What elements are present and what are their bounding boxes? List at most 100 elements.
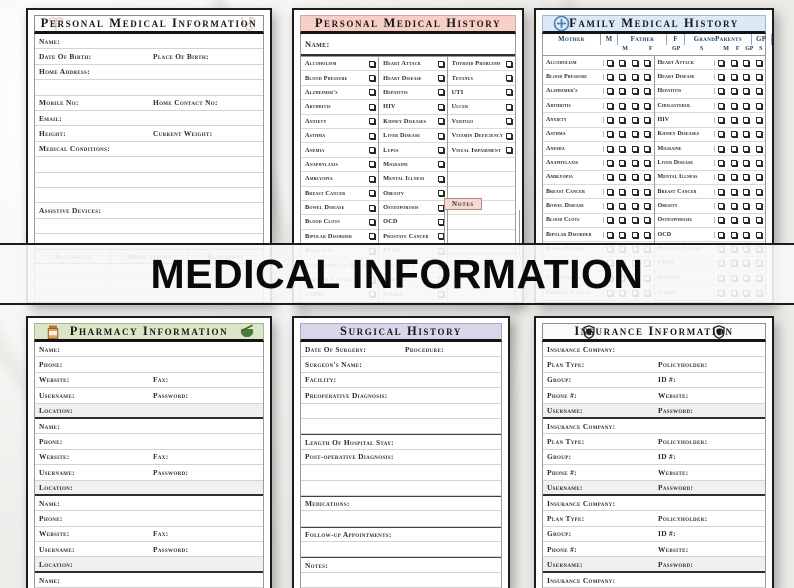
checkbox-cell[interactable] — [604, 88, 617, 94]
checkbox-cell[interactable] — [604, 117, 617, 123]
checkbox-cell[interactable] — [629, 146, 642, 152]
checkbox[interactable] — [607, 146, 613, 152]
checkbox-cell[interactable] — [728, 217, 741, 223]
form-row[interactable]: Group:ID #: — [543, 527, 765, 542]
family-row[interactable]: Mental Illness — [655, 171, 766, 185]
checkbox[interactable] — [756, 103, 762, 109]
checklist-row[interactable]: HIV — [379, 100, 446, 114]
checkbox[interactable] — [632, 74, 638, 80]
checkbox-cell[interactable] — [641, 203, 654, 209]
checkbox[interactable] — [743, 232, 749, 238]
checkbox[interactable] — [718, 189, 724, 195]
checkbox-cell[interactable] — [641, 88, 654, 94]
checkbox[interactable] — [369, 161, 375, 167]
form-row[interactable]: Preoperative Diagnosis: — [301, 388, 501, 403]
family-row[interactable]: Amblyopia — [543, 171, 654, 185]
form-row[interactable]: Phone #:Website: — [543, 388, 765, 403]
checkbox[interactable] — [438, 89, 444, 95]
checkbox[interactable] — [743, 60, 749, 66]
family-row[interactable]: HIV — [655, 113, 766, 127]
checkbox-cell[interactable] — [728, 174, 741, 180]
form-row[interactable]: Group:ID #: — [543, 450, 765, 465]
checkbox-cell[interactable] — [753, 60, 766, 66]
checkbox-cell[interactable] — [740, 232, 753, 238]
checkbox-cell[interactable] — [616, 160, 629, 166]
checkbox[interactable] — [718, 60, 724, 66]
form-row[interactable]: Plan Type:Policyholder: — [543, 434, 765, 449]
checkbox[interactable] — [438, 133, 444, 139]
form-row[interactable]: Plan Type:Policyholder: — [543, 357, 765, 372]
checkbox-cell[interactable] — [616, 117, 629, 123]
checkbox[interactable] — [619, 60, 625, 66]
checkbox-cell[interactable] — [728, 103, 741, 109]
checkbox[interactable] — [644, 88, 650, 94]
checkbox-cell[interactable] — [629, 174, 642, 180]
checkbox[interactable] — [632, 174, 638, 180]
checkbox-cell[interactable] — [740, 203, 753, 209]
checkbox[interactable] — [619, 74, 625, 80]
checkbox[interactable] — [731, 131, 737, 137]
checkbox-cell[interactable] — [641, 117, 654, 123]
checkbox[interactable] — [607, 103, 613, 109]
checkbox-cell[interactable] — [740, 74, 753, 80]
checkbox[interactable] — [607, 131, 613, 137]
checkbox-cell[interactable] — [629, 189, 642, 195]
checkbox[interactable] — [731, 117, 737, 123]
family-row[interactable]: Osteoporosis — [655, 214, 766, 228]
checkbox-cell[interactable] — [616, 232, 629, 238]
checkbox-cell[interactable] — [715, 189, 728, 195]
checkbox-cell[interactable] — [604, 203, 617, 209]
checkbox[interactable] — [731, 232, 737, 238]
checkbox[interactable] — [718, 131, 724, 137]
checklist-row[interactable]: Mental Illness — [379, 172, 446, 186]
form-row[interactable]: Date Of Surgery:Procedure: — [301, 342, 501, 357]
checkbox-cell[interactable] — [753, 103, 766, 109]
form-row[interactable]: Group:ID #: — [543, 373, 765, 388]
checkbox[interactable] — [756, 60, 762, 66]
checkbox-cell[interactable] — [616, 131, 629, 137]
checkbox[interactable] — [619, 131, 625, 137]
checkbox[interactable] — [743, 103, 749, 109]
checkbox-cell[interactable] — [740, 189, 753, 195]
checklist-row[interactable]: OCD — [379, 215, 446, 229]
checkbox-cell[interactable] — [715, 131, 728, 137]
form-row[interactable]: Email: — [35, 111, 263, 126]
form-row[interactable]: Insurance Company: — [543, 496, 765, 511]
family-row[interactable]: Breast Cancer — [543, 185, 654, 199]
checkbox[interactable] — [731, 74, 737, 80]
family-row[interactable]: Blood Clots — [543, 214, 654, 228]
checkbox-cell[interactable] — [604, 174, 617, 180]
checklist-row[interactable]: Lupus — [379, 143, 446, 157]
checkbox-cell[interactable] — [641, 60, 654, 66]
checklist-row[interactable]: UTI — [448, 86, 515, 100]
checkbox[interactable] — [619, 88, 625, 94]
checkbox-cell[interactable] — [641, 160, 654, 166]
checkbox[interactable] — [607, 189, 613, 195]
form-row[interactable]: Website:Fax: — [35, 373, 263, 388]
checkbox[interactable] — [369, 75, 375, 81]
checkbox[interactable] — [438, 75, 444, 81]
checkbox[interactable] — [632, 217, 638, 223]
checkbox[interactable] — [644, 232, 650, 238]
family-row[interactable]: Anaphylaxis — [543, 156, 654, 170]
checkbox-cell[interactable] — [616, 146, 629, 152]
form-row[interactable]: Facility: — [301, 373, 501, 388]
checkbox-cell[interactable] — [641, 217, 654, 223]
form-row[interactable]: Username:Password: — [543, 557, 765, 572]
checkbox[interactable] — [632, 60, 638, 66]
checkbox-cell[interactable] — [641, 189, 654, 195]
checkbox-cell[interactable] — [715, 117, 728, 123]
family-row[interactable]: Heart Attack — [655, 56, 766, 70]
checkbox-cell[interactable] — [604, 146, 617, 152]
form-row[interactable]: Post-operative Diagnosis: — [301, 450, 501, 465]
checkbox[interactable] — [756, 203, 762, 209]
checkbox-cell[interactable] — [616, 203, 629, 209]
checkbox[interactable] — [756, 189, 762, 195]
form-row[interactable]: Username:Password: — [35, 542, 263, 557]
checklist-row[interactable]: Migraine — [379, 158, 446, 172]
checklist-row[interactable]: Blood Pressure — [301, 71, 378, 85]
form-row[interactable] — [301, 419, 501, 434]
checkbox-cell[interactable] — [753, 74, 766, 80]
checkbox[interactable] — [438, 233, 444, 239]
family-row[interactable]: Hepatitis — [655, 85, 766, 99]
